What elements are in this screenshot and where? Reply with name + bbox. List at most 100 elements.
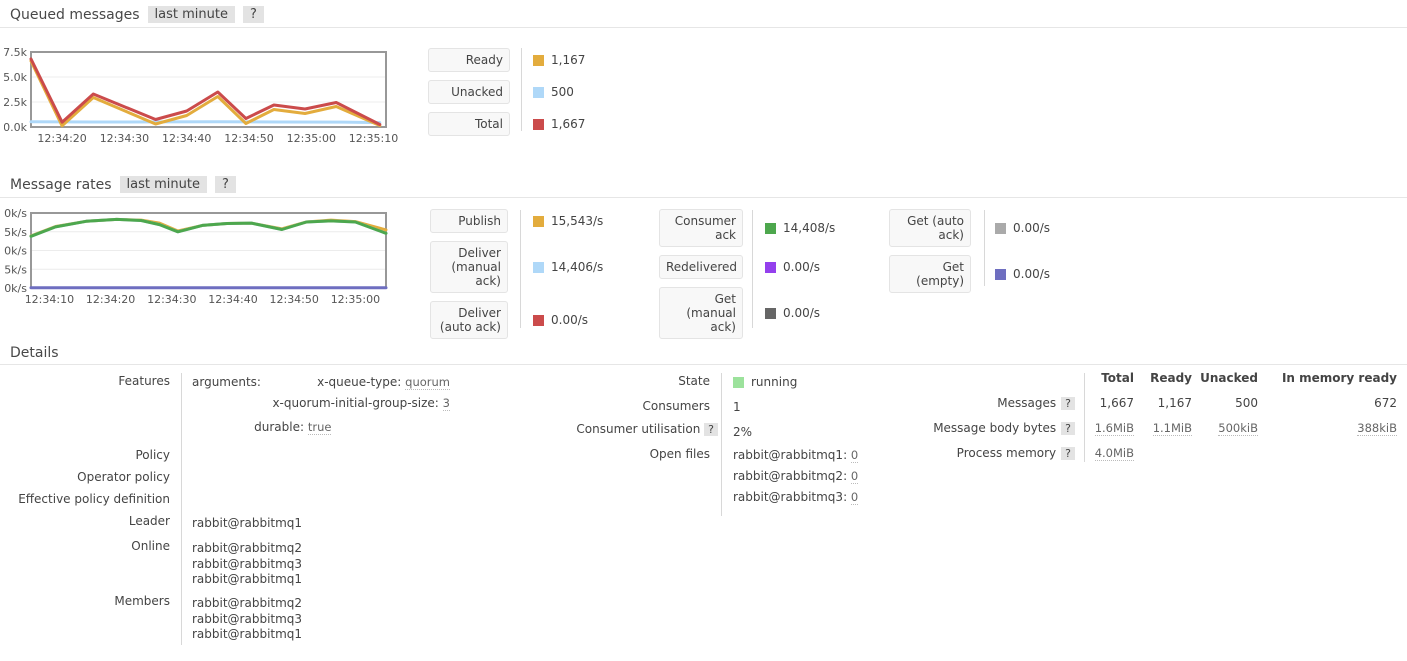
effective-policy-label: Effective policy definition (0, 492, 170, 506)
legend-swatch-icon (765, 262, 776, 273)
policy-label: Policy (0, 448, 170, 462)
rates-legend-col2: Consumer ack 14,408/s Redelivered 0.00/s Get… (659, 209, 835, 339)
legend-button[interactable]: Consumer ack (659, 209, 743, 247)
table-value-text: 672 (1374, 396, 1397, 410)
legend-button[interactable]: Redelivered (659, 255, 743, 279)
details-header: Details (10, 345, 59, 361)
row-label: Process memory? (935, 446, 1075, 460)
leader-value: rabbit@rabbitmq1 (192, 516, 302, 530)
column-header: In memory ready (1258, 371, 1397, 385)
table-value-text: 1,667 (1100, 396, 1134, 410)
messages-table: TotalReadyUnackedIn memory readyMessages… (935, 371, 1397, 471)
open-files-node: rabbit@rabbitmq3: (733, 490, 851, 504)
legend-value: 1,167 (533, 53, 585, 67)
legend-button[interactable]: Total (428, 112, 510, 136)
legend-value-text: 0.00/s (1013, 267, 1050, 281)
open-files-label: Open files (540, 447, 710, 461)
state-value: running (733, 375, 797, 389)
svg-text:5k/s: 5k/s (4, 263, 27, 276)
legend-row: Get (auto ack) 0.00/s (889, 209, 1050, 247)
help-icon[interactable]: ? (1061, 397, 1075, 410)
legend-button[interactable]: Deliver (auto ack) (430, 301, 508, 339)
legend-value: 0.00/s (765, 306, 820, 320)
svg-text:12:34:20: 12:34:20 (86, 293, 135, 306)
legend-value: 1,667 (533, 117, 585, 131)
table-value: 1.1MiB (1134, 421, 1192, 435)
consumers-value: 1 (733, 400, 741, 414)
message-rates-chart: 0k/s5k/s10k/s15k/s20k/s12:34:1012:34:201… (4, 207, 416, 314)
legend-value: 0.00/s (995, 221, 1050, 235)
legend-row: Get (empty) 0.00/s (889, 255, 1050, 293)
legend-button[interactable]: Publish (430, 209, 508, 233)
legend-button[interactable]: Unacked (428, 80, 510, 104)
table-value-text: 1.1MiB (1153, 421, 1192, 436)
table-value-text: 500kiB (1218, 421, 1258, 436)
rates-help-icon[interactable]: ? (215, 176, 236, 193)
online-node-list: rabbit@rabbitmq2rabbit@rabbitmq3rabbit@r… (192, 541, 302, 588)
argument-value: quorum (405, 375, 450, 390)
open-files-row: rabbit@rabbitmq2: 0 (733, 469, 858, 483)
legend-row: Deliver (auto ack) 0.00/s (430, 301, 603, 339)
row-label-text: Message body bytes (933, 421, 1056, 435)
open-files-row: rabbit@rabbitmq1: 0 (733, 448, 858, 462)
divider (521, 48, 522, 131)
state-running-swatch (733, 377, 744, 388)
open-files-node: rabbit@rabbitmq2: (733, 469, 851, 483)
legend-value-text: 14,408/s (783, 221, 835, 235)
row-label: Messages? (935, 396, 1075, 410)
node-name: rabbit@rabbitmq2 (192, 541, 302, 557)
divider (752, 210, 753, 328)
legend-swatch-icon (995, 223, 1006, 234)
svg-text:12:34:20: 12:34:20 (37, 132, 86, 145)
table-value-text: 388kiB (1357, 421, 1397, 436)
column-header: Unacked (1192, 371, 1258, 385)
legend-swatch-icon (533, 87, 544, 98)
table-value-text: 1,167 (1158, 396, 1192, 410)
divider (1084, 373, 1085, 462)
legend-value: 0.00/s (995, 267, 1050, 281)
message-rates-header: Message rates last minute ? (10, 176, 236, 193)
queued-help-icon[interactable]: ? (243, 6, 264, 23)
legend-button[interactable]: Ready (428, 48, 510, 72)
table-value: 500kiB (1192, 421, 1258, 435)
legend-value: 0.00/s (533, 313, 588, 327)
help-icon[interactable]: ? (1061, 422, 1075, 435)
legend-value-text: 500 (551, 85, 574, 99)
legend-swatch-icon (533, 55, 544, 66)
argument-key: x-queue-type: (317, 375, 401, 389)
legend-button[interactable]: Deliver (manual ack) (430, 241, 508, 293)
legend-value-text: 15,543/s (551, 214, 603, 228)
table-value-text: 500 (1235, 396, 1258, 410)
table-value: 388kiB (1258, 421, 1397, 435)
divider (984, 210, 985, 286)
svg-text:0.0k: 0.0k (4, 121, 28, 134)
legend-row: Total 1,667 (428, 112, 585, 136)
features-label: Features (0, 374, 170, 388)
divider (181, 373, 182, 645)
legend-row: Unacked 500 (428, 80, 585, 104)
legend-value: 15,543/s (533, 214, 603, 228)
divider (721, 373, 722, 516)
legend-button[interactable]: Get (auto ack) (889, 209, 971, 247)
legend-button[interactable]: Get (manual ack) (659, 287, 743, 339)
consumer-utilisation-label: Consumer utilisation ? (540, 422, 718, 436)
legend-button[interactable]: Get (empty) (889, 255, 971, 293)
queued-messages-title: Queued messages (10, 7, 140, 23)
argument-key: x-quorum-initial-group-size: (272, 396, 438, 410)
queued-messages-header: Queued messages last minute ? (10, 6, 264, 23)
details-title: Details (10, 345, 59, 361)
help-icon[interactable]: ? (1061, 447, 1075, 460)
legend-value: 0.00/s (765, 260, 820, 274)
rates-time-range-tag[interactable]: last minute (120, 176, 207, 193)
legend-swatch-icon (765, 308, 776, 319)
legend-value-text: 0.00/s (551, 313, 588, 327)
svg-text:15k/s: 15k/s (4, 226, 27, 239)
row-label: Message body bytes? (935, 421, 1075, 435)
table-value: 672 (1258, 396, 1397, 410)
operator-policy-label: Operator policy (0, 470, 170, 484)
queued-time-range-tag[interactable]: last minute (148, 6, 235, 23)
legend-value-text: 0.00/s (1013, 221, 1050, 235)
consumer-utilisation-help-icon[interactable]: ? (704, 423, 718, 436)
table-value: 1,167 (1134, 396, 1192, 410)
argument-value: 3 (443, 396, 450, 411)
